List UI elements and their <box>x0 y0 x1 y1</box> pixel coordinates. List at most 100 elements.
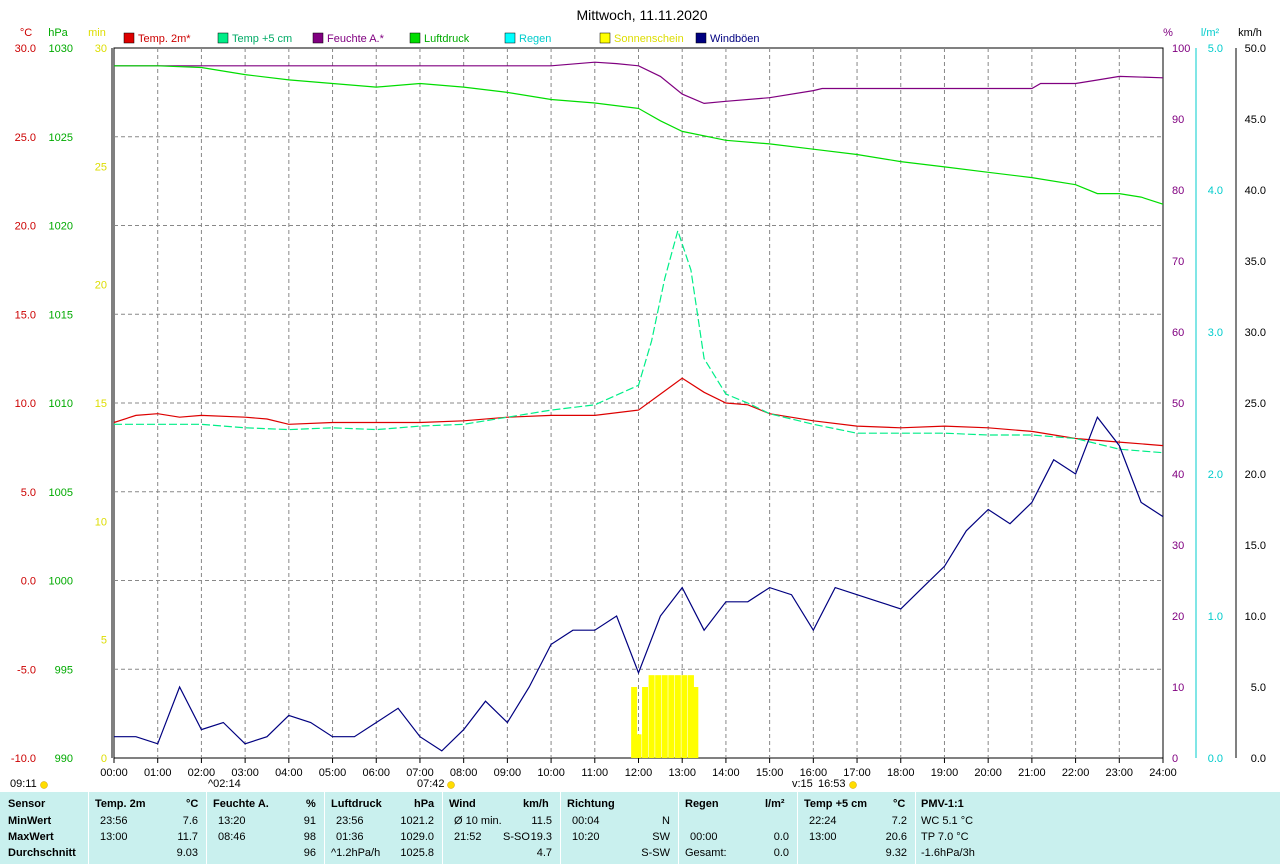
x-tick-label: 20:00 <box>974 767 1002 779</box>
time-marker-label: 09:11 <box>10 778 37 790</box>
pressure-unit: hPa <box>414 798 435 810</box>
pmv-title: PMV-1:1 <box>921 798 964 810</box>
humidity-unit: % <box>306 798 316 810</box>
sunshine-unit-label: min <box>88 27 106 39</box>
pressure-max-time: 01:36 <box>336 831 364 843</box>
direction-min-time: 00:04 <box>572 815 600 827</box>
time-marker-label: ^02:14 <box>208 778 241 790</box>
x-tick-label: 13:00 <box>668 767 696 779</box>
temp2m-unit: °C <box>186 798 199 810</box>
temp5cm-title: Temp +5 cm <box>804 798 868 810</box>
rain-unit: l/m² <box>765 798 785 810</box>
wind-max-time: 21:52 <box>454 831 482 843</box>
pressure-max-value: 1029.0 <box>400 831 434 843</box>
wind-tick-label: 35.0 <box>1245 256 1266 268</box>
temp-tick-label: 20.0 <box>15 221 36 233</box>
temp5cm-max-value: 20.6 <box>885 831 907 843</box>
temp5cm-min-value: 7.2 <box>891 815 907 827</box>
sunshine-bar <box>661 675 668 758</box>
pressure-tick-label: 995 <box>55 664 73 676</box>
pressure-tick-label: 990 <box>55 753 73 765</box>
direction-avg-value: S-SW <box>641 847 670 859</box>
sunshine-bar <box>674 675 681 758</box>
wind-avg10-value: 11.5 <box>531 815 552 827</box>
pressure-tick-label: 1005 <box>49 487 73 499</box>
sun-icon <box>447 781 455 789</box>
temp2m-min-value: 7.6 <box>182 815 198 827</box>
temp5cm-max-time: 13:00 <box>809 831 837 843</box>
row-label-avg: Durchschnitt <box>8 847 76 859</box>
wind-unit-label: km/h <box>1238 27 1262 39</box>
wind-tick-label: 15.0 <box>1245 540 1266 552</box>
legend-label: Sonnenschein <box>614 33 684 45</box>
rain-tick-label: 0.0 <box>1208 753 1223 765</box>
temp-tick-label: 15.0 <box>15 309 36 321</box>
legend-swatch <box>312 32 324 44</box>
table-divider <box>442 792 443 864</box>
x-tick-label: 06:00 <box>362 767 390 779</box>
humidity-unit-label: % <box>1163 27 1173 39</box>
x-tick-label: 09:00 <box>494 767 522 779</box>
temp-tick-label: 30.0 <box>15 43 36 55</box>
humidity-tick-label: 60 <box>1172 327 1184 339</box>
temp5cm-min-time: 22:24 <box>809 815 837 827</box>
sunshine-bar <box>681 675 688 758</box>
x-tick-label: 24:00 <box>1149 767 1177 779</box>
pressure-tick-label: 1020 <box>49 221 73 233</box>
sunshine-tick-label: 25 <box>95 161 107 173</box>
sunshine-bar <box>668 675 675 758</box>
x-tick-label: 10:00 <box>537 767 565 779</box>
wind-tick-label: 40.0 <box>1245 185 1266 197</box>
rain-tick-label: 2.0 <box>1208 469 1223 481</box>
wind-tick-label: 20.0 <box>1245 469 1266 481</box>
x-tick-label: 23:00 <box>1106 767 1134 779</box>
temp2m-title: Temp. 2m <box>95 798 146 810</box>
pressure-min-value: 1021.2 <box>400 815 434 827</box>
wind-unit: km/h <box>523 798 549 810</box>
humidity-tick-label: 10 <box>1172 682 1184 694</box>
direction-max-value: SW <box>652 831 670 843</box>
pressure-tick-label: 1030 <box>49 43 73 55</box>
legend-label: Regen <box>519 33 551 45</box>
table-divider <box>678 792 679 864</box>
sunshine-tick-label: 10 <box>95 516 107 528</box>
wind-tick-label: 5.0 <box>1251 682 1266 694</box>
chart-title: Mittwoch, 11.11.2020 <box>576 7 707 23</box>
row-label-min: MinWert <box>8 815 52 827</box>
humidity-max-value: 98 <box>303 831 316 843</box>
temp2m-avg-value: 9.03 <box>176 847 198 859</box>
wind-tick-label: 25.0 <box>1245 398 1266 410</box>
rain-total-value: 0.0 <box>773 847 789 859</box>
humidity-avg-value: 96 <box>303 847 316 859</box>
temp-tick-label: -10.0 <box>11 753 36 765</box>
sunshine-tick-label: 30 <box>95 43 107 55</box>
legend-swatch <box>123 32 135 44</box>
sunshine-tick-label: 0 <box>101 753 107 765</box>
pmv-trend: -1.6hPa/3h <box>921 847 975 859</box>
temp2m-max-value: 11.7 <box>177 831 198 843</box>
wind-max-value: 19.3 <box>530 831 552 843</box>
sunshine-tick-label: 20 <box>95 280 107 292</box>
temp-tick-label: 0.0 <box>21 576 36 588</box>
humidity-tick-label: 70 <box>1172 256 1184 268</box>
legend: Temp. 2m* Temp +5 cm Feuchte A.* Luftdruck R… <box>123 32 760 45</box>
legend-swatch <box>695 32 707 44</box>
temp2m-min-time: 23:56 <box>100 815 128 827</box>
pressure-min-time: 23:56 <box>336 815 364 827</box>
weather-chart: Mittwoch, 11.11.2020 Temp. 2m* Temp +5 cm… <box>0 0 1280 792</box>
table-divider <box>560 792 561 864</box>
rain-unit-label: l/m² <box>1201 27 1220 39</box>
temp5cm-unit: °C <box>893 798 906 810</box>
x-tick-label: 04:00 <box>275 767 303 779</box>
wind-tick-label: 30.0 <box>1245 327 1266 339</box>
humidity-title: Feuchte A. <box>213 798 269 810</box>
sunshine-bar <box>692 687 699 758</box>
x-tick-label: 17:00 <box>843 767 871 779</box>
sunshine-bar <box>655 675 662 758</box>
sun-icon <box>40 781 48 789</box>
sunshine-tick-label: 5 <box>101 635 107 647</box>
x-tick-label: 11:00 <box>581 767 608 779</box>
rain-tick-label: 4.0 <box>1208 185 1223 197</box>
temp-unit-label: °C <box>20 27 32 39</box>
table-divider <box>324 792 325 864</box>
